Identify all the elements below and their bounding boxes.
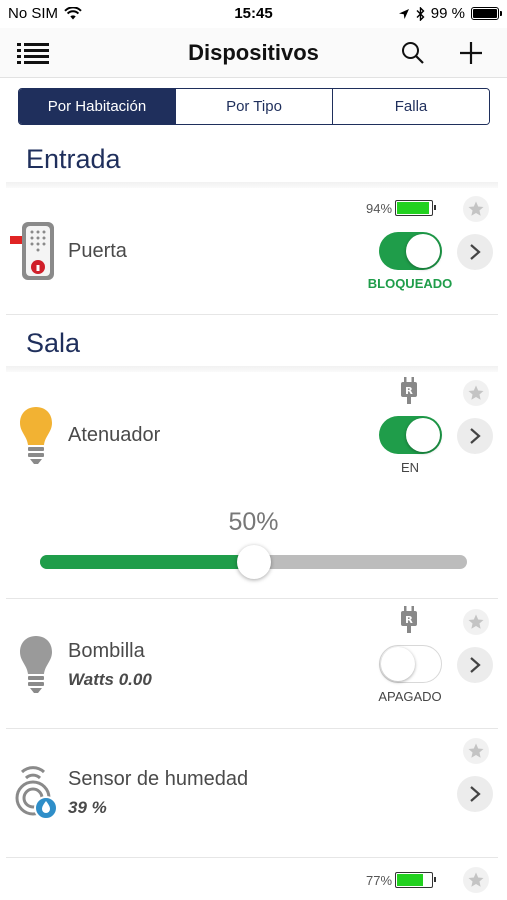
device-name: Puerta	[68, 240, 127, 262]
device-name: Atenuador	[68, 424, 161, 446]
power-state-label: EN	[400, 460, 420, 475]
location-arrow-icon	[398, 8, 409, 19]
tab-falla[interactable]: Falla	[332, 89, 489, 124]
star-icon	[468, 201, 484, 216]
add-device-button[interactable]	[454, 36, 488, 70]
plus-icon	[460, 42, 482, 64]
status-bar: No SIM 15:45 99 %	[0, 0, 507, 28]
favorite-button[interactable]	[463, 196, 489, 222]
device-detail-button[interactable]	[457, 776, 493, 812]
star-icon	[468, 872, 484, 887]
star-icon	[468, 385, 484, 400]
battery-icon	[471, 7, 502, 20]
device-battery: 77%	[366, 872, 437, 888]
section-title-sala: Sala	[26, 328, 81, 358]
lightbulb-off-icon	[18, 634, 54, 699]
row-divider	[6, 314, 498, 315]
svg-text:R: R	[405, 615, 413, 626]
star-icon	[468, 614, 484, 629]
chevron-right-icon	[470, 657, 481, 673]
dimmer-value: 50%	[228, 508, 279, 536]
favorite-button[interactable]	[463, 867, 489, 893]
toggle-knob	[406, 418, 440, 452]
battery-percent-label: 99 %	[430, 5, 465, 22]
battery-percent-text: 77%	[366, 872, 393, 888]
device-name: Sensor de humedad	[68, 768, 249, 790]
device-detail-button[interactable]	[457, 234, 493, 270]
plug-icon: R	[401, 606, 417, 633]
device-subtitle: 39 %	[68, 798, 107, 817]
section-divider	[6, 366, 498, 372]
device-battery: 94%	[366, 200, 437, 216]
slider-fill	[40, 555, 254, 569]
device-detail-button[interactable]	[457, 647, 493, 683]
favorite-button[interactable]	[463, 609, 489, 635]
lock-state-label: BLOQUEADO	[367, 276, 453, 291]
device-detail-button[interactable]	[457, 418, 493, 454]
toggle-knob	[381, 647, 415, 681]
favorite-button[interactable]	[463, 380, 489, 406]
battery-icon	[395, 872, 437, 888]
battery-fill	[397, 874, 424, 886]
plug-icon: R	[401, 377, 417, 404]
page-title: Dispositivos	[188, 40, 319, 65]
section-divider	[6, 182, 498, 188]
battery-fill	[397, 202, 429, 214]
search-icon	[402, 42, 424, 64]
section-title-entrada: Entrada	[26, 144, 121, 174]
search-button[interactable]	[396, 36, 430, 70]
battery-fill	[473, 9, 497, 18]
lightbulb-on-icon	[18, 405, 54, 470]
view-segmented-control: Por Habitación Por Tipo Falla	[18, 88, 490, 125]
status-right: 99 %	[398, 5, 502, 22]
svg-text:R: R	[405, 386, 413, 397]
chevron-right-icon	[470, 786, 481, 802]
chevron-right-icon	[470, 428, 481, 444]
favorite-button[interactable]	[463, 738, 489, 764]
battery-percent-text: 94%	[366, 200, 393, 216]
device-name: Bombilla	[68, 640, 145, 662]
chevron-right-icon	[470, 244, 481, 260]
humidity-sensor-icon	[14, 764, 60, 827]
row-divider	[6, 857, 498, 858]
lock-toggle[interactable]	[379, 232, 442, 270]
tab-por-tipo[interactable]: Por Tipo	[175, 89, 332, 124]
slider-thumb[interactable]	[236, 545, 271, 579]
door-lock-icon	[10, 220, 58, 287]
toggle-knob	[406, 234, 440, 268]
bluetooth-icon	[416, 6, 425, 21]
row-divider	[6, 598, 498, 599]
dimmer-slider[interactable]	[40, 545, 467, 579]
power-toggle[interactable]	[379, 416, 442, 454]
nav-bar: Dispositivos	[0, 28, 507, 78]
row-divider	[6, 728, 498, 729]
power-toggle[interactable]	[379, 645, 442, 683]
star-icon	[468, 743, 484, 758]
device-subtitle: Watts 0.00	[68, 670, 152, 689]
tab-por-habitacion[interactable]: Por Habitación	[19, 89, 175, 124]
power-state-label: APAGADO	[378, 689, 442, 704]
battery-icon	[395, 200, 437, 216]
